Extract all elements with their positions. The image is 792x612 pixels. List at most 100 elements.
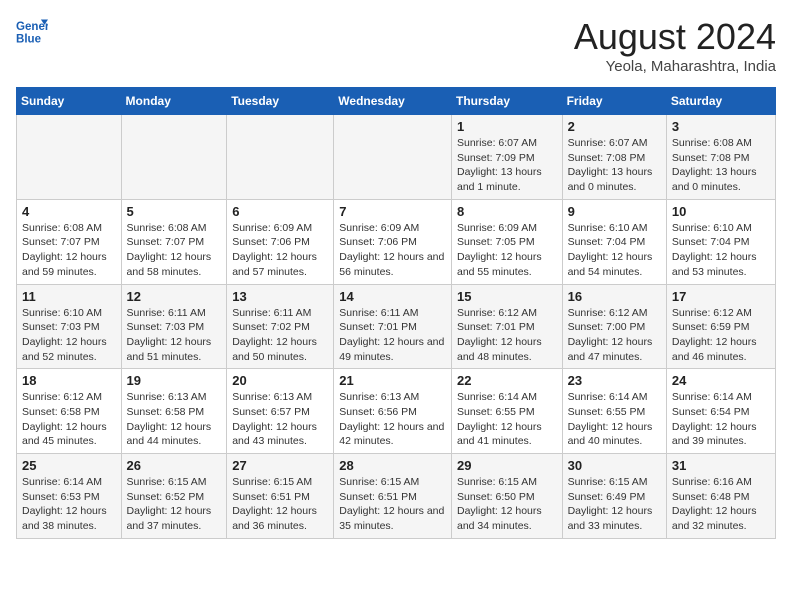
logo-icon: General Blue	[16, 16, 48, 48]
day-number: 13	[232, 289, 328, 304]
calendar-cell: 16 Sunrise: 6:12 AMSunset: 7:00 PMDayligh…	[562, 284, 666, 369]
day-info: Sunrise: 6:11 AMSunset: 7:02 PMDaylight:…	[232, 306, 328, 365]
day-info: Sunrise: 6:15 AMSunset: 6:51 PMDaylight:…	[232, 475, 328, 534]
calendar-cell: 17Sunrise: 6:12 AMSunset: 6:59 PMDayligh…	[666, 284, 775, 369]
day-info: Sunrise: 6:09 AMSunset: 7:05 PMDaylight:…	[457, 221, 557, 280]
day-number: 28	[339, 458, 446, 473]
day-info: Sunrise: 6:13 AMSunset: 6:56 PMDaylight:…	[339, 390, 446, 449]
day-number: 22	[457, 373, 557, 388]
day-number: 8	[457, 204, 557, 219]
calendar-cell	[334, 115, 452, 200]
calendar-week-row: 11Sunrise: 6:10 AMSunset: 7:03 PMDayligh…	[17, 284, 776, 369]
svg-text:Blue: Blue	[16, 34, 42, 46]
calendar-table: SundayMondayTuesdayWednesdayThursdayFrid…	[16, 87, 776, 539]
day-number: 31	[672, 458, 770, 473]
title-block: August 2024 Yeola, Maharashtra, India	[574, 16, 776, 75]
col-header-sunday: Sunday	[17, 88, 122, 115]
calendar-cell: 23 Sunrise: 6:14 AMSunset: 6:55 PMDayligh…	[562, 369, 666, 454]
day-info: Sunrise: 6:13 AMSunset: 6:58 PMDaylight:…	[127, 390, 222, 449]
calendar-cell: 5 Sunrise: 6:08 AMSunset: 7:07 PMDaylight…	[121, 199, 227, 284]
col-header-wednesday: Wednesday	[334, 88, 452, 115]
day-number: 16	[568, 289, 661, 304]
calendar-cell: 7Sunrise: 6:09 AMSunset: 7:06 PMDaylight…	[334, 199, 452, 284]
day-number: 10	[672, 204, 770, 219]
day-info: Sunrise: 6:15 AMSunset: 6:49 PMDaylight:…	[568, 475, 661, 534]
calendar-cell: 27 Sunrise: 6:15 AMSunset: 6:51 PMDayligh…	[227, 454, 334, 539]
day-info: Sunrise: 6:08 AMSunset: 7:07 PMDaylight:…	[22, 221, 116, 280]
col-header-monday: Monday	[121, 88, 227, 115]
day-info: Sunrise: 6:15 AMSunset: 6:51 PMDaylight:…	[339, 475, 446, 534]
day-number: 19	[127, 373, 222, 388]
day-info: Sunrise: 6:07 AMSunset: 7:09 PMDaylight:…	[457, 136, 557, 195]
day-number: 15	[457, 289, 557, 304]
calendar-cell: 12 Sunrise: 6:11 AMSunset: 7:03 PMDayligh…	[121, 284, 227, 369]
calendar-cell: 4 Sunrise: 6:08 AMSunset: 7:07 PMDaylight…	[17, 199, 122, 284]
calendar-week-row: 25Sunrise: 6:14 AMSunset: 6:53 PMDayligh…	[17, 454, 776, 539]
day-number: 18	[22, 373, 116, 388]
day-info: Sunrise: 6:11 AMSunset: 7:03 PMDaylight:…	[127, 306, 222, 365]
col-header-tuesday: Tuesday	[227, 88, 334, 115]
day-info: Sunrise: 6:12 AMSunset: 7:01 PMDaylight:…	[457, 306, 557, 365]
calendar-cell: 29 Sunrise: 6:15 AMSunset: 6:50 PMDayligh…	[451, 454, 562, 539]
day-number: 9	[568, 204, 661, 219]
day-number: 2	[568, 119, 661, 134]
calendar-cell	[121, 115, 227, 200]
calendar-cell: 9 Sunrise: 6:10 AMSunset: 7:04 PMDaylight…	[562, 199, 666, 284]
calendar-cell: 22 Sunrise: 6:14 AMSunset: 6:55 PMDayligh…	[451, 369, 562, 454]
day-info: Sunrise: 6:15 AMSunset: 6:52 PMDaylight:…	[127, 475, 222, 534]
day-number: 30	[568, 458, 661, 473]
calendar-cell: 20Sunrise: 6:13 AMSunset: 6:57 PMDayligh…	[227, 369, 334, 454]
calendar-cell: 6Sunrise: 6:09 AMSunset: 7:06 PMDaylight…	[227, 199, 334, 284]
day-number: 24	[672, 373, 770, 388]
day-number: 29	[457, 458, 557, 473]
day-info: Sunrise: 6:15 AMSunset: 6:50 PMDaylight:…	[457, 475, 557, 534]
calendar-cell	[17, 115, 122, 200]
calendar-cell: 2 Sunrise: 6:07 AMSunset: 7:08 PMDaylight…	[562, 115, 666, 200]
day-info: Sunrise: 6:11 AMSunset: 7:01 PMDaylight:…	[339, 306, 446, 365]
day-info: Sunrise: 6:14 AMSunset: 6:55 PMDaylight:…	[568, 390, 661, 449]
day-number: 17	[672, 289, 770, 304]
day-number: 20	[232, 373, 328, 388]
day-number: 5	[127, 204, 222, 219]
day-info: Sunrise: 6:10 AMSunset: 7:03 PMDaylight:…	[22, 306, 116, 365]
day-number: 27	[232, 458, 328, 473]
day-info: Sunrise: 6:07 AMSunset: 7:08 PMDaylight:…	[568, 136, 661, 195]
day-number: 23	[568, 373, 661, 388]
calendar-cell: 11Sunrise: 6:10 AMSunset: 7:03 PMDayligh…	[17, 284, 122, 369]
logo: General Blue	[16, 16, 48, 48]
page-header: General Blue August 2024 Yeola, Maharash…	[16, 16, 776, 75]
day-number: 1	[457, 119, 557, 134]
col-header-friday: Friday	[562, 88, 666, 115]
calendar-cell: 21 Sunrise: 6:13 AMSunset: 6:56 PMDayligh…	[334, 369, 452, 454]
calendar-cell: 26 Sunrise: 6:15 AMSunset: 6:52 PMDayligh…	[121, 454, 227, 539]
calendar-cell: 30 Sunrise: 6:15 AMSunset: 6:49 PMDayligh…	[562, 454, 666, 539]
day-number: 4	[22, 204, 116, 219]
day-info: Sunrise: 6:08 AMSunset: 7:08 PMDaylight:…	[672, 136, 770, 195]
calendar-cell: 10 Sunrise: 6:10 AMSunset: 7:04 PMDayligh…	[666, 199, 775, 284]
day-info: Sunrise: 6:14 AMSunset: 6:53 PMDaylight:…	[22, 475, 116, 534]
calendar-cell: 15 Sunrise: 6:12 AMSunset: 7:01 PMDayligh…	[451, 284, 562, 369]
day-info: Sunrise: 6:10 AMSunset: 7:04 PMDaylight:…	[672, 221, 770, 280]
page-subtitle: Yeola, Maharashtra, India	[574, 58, 776, 75]
calendar-cell: 28 Sunrise: 6:15 AMSunset: 6:51 PMDayligh…	[334, 454, 452, 539]
calendar-cell: 24 Sunrise: 6:14 AMSunset: 6:54 PMDayligh…	[666, 369, 775, 454]
day-number: 12	[127, 289, 222, 304]
day-info: Sunrise: 6:14 AMSunset: 6:55 PMDaylight:…	[457, 390, 557, 449]
calendar-week-row: 18Sunrise: 6:12 AMSunset: 6:58 PMDayligh…	[17, 369, 776, 454]
day-info: Sunrise: 6:10 AMSunset: 7:04 PMDaylight:…	[568, 221, 661, 280]
calendar-cell	[227, 115, 334, 200]
day-number: 3	[672, 119, 770, 134]
calendar-cell: 3 Sunrise: 6:08 AMSunset: 7:08 PMDaylight…	[666, 115, 775, 200]
day-number: 6	[232, 204, 328, 219]
day-info: Sunrise: 6:14 AMSunset: 6:54 PMDaylight:…	[672, 390, 770, 449]
day-number: 21	[339, 373, 446, 388]
day-number: 14	[339, 289, 446, 304]
calendar-week-row: 4 Sunrise: 6:08 AMSunset: 7:07 PMDaylight…	[17, 199, 776, 284]
day-info: Sunrise: 6:12 AMSunset: 7:00 PMDaylight:…	[568, 306, 661, 365]
calendar-cell: 19 Sunrise: 6:13 AMSunset: 6:58 PMDayligh…	[121, 369, 227, 454]
calendar-cell: 1 Sunrise: 6:07 AMSunset: 7:09 PMDaylight…	[451, 115, 562, 200]
calendar-cell: 25Sunrise: 6:14 AMSunset: 6:53 PMDayligh…	[17, 454, 122, 539]
day-info: Sunrise: 6:08 AMSunset: 7:07 PMDaylight:…	[127, 221, 222, 280]
page-title: August 2024	[574, 16, 776, 58]
day-number: 26	[127, 458, 222, 473]
